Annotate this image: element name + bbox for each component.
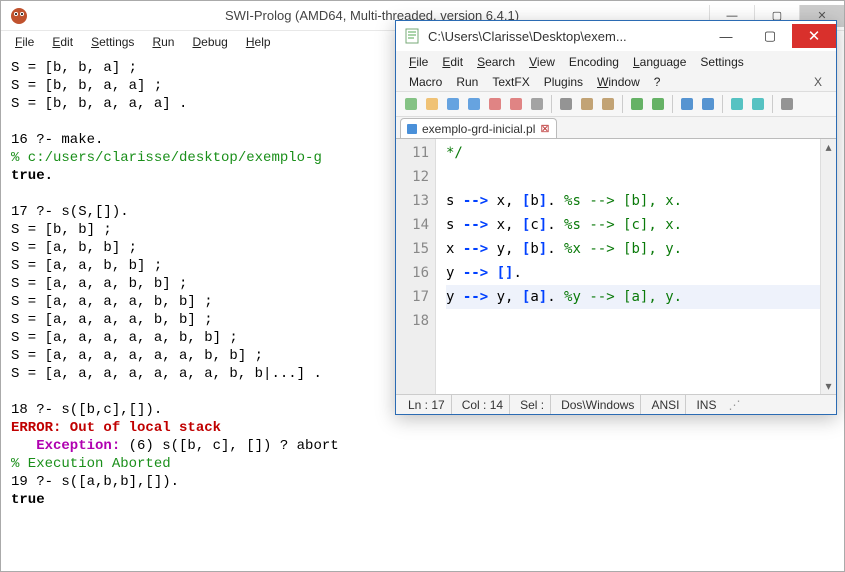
line-number: 16: [398, 261, 429, 285]
npp-menu-window[interactable]: Window: [590, 73, 647, 91]
npp-tabstrip: exemplo-grd-inicial.pl ⊠: [396, 117, 836, 139]
npp-titlebar[interactable]: C:\Users\Clarisse\Desktop\exem... — ▢ ✕: [396, 21, 836, 51]
npp-menubar-row1: File Edit Search View Encoding Language …: [396, 51, 836, 71]
close-icon[interactable]: [486, 95, 504, 113]
zoom-in-icon[interactable]: [728, 95, 746, 113]
status-encoding: ANSI: [645, 395, 686, 414]
status-line: Ln : 17: [402, 395, 452, 414]
more-icon[interactable]: [778, 95, 796, 113]
npp-close-button[interactable]: ✕: [792, 24, 836, 48]
npp-tab-active[interactable]: exemplo-grd-inicial.pl ⊠: [400, 118, 557, 138]
find-icon[interactable]: [678, 95, 696, 113]
resize-grip-icon[interactable]: ⋰: [726, 398, 740, 412]
npp-toolbar: [396, 91, 836, 117]
npp-statusbar: Ln : 17 Col : 14 Sel : Dos\Windows ANSI …: [396, 394, 836, 414]
redo-icon[interactable]: [649, 95, 667, 113]
npp-menu-macro[interactable]: Macro: [402, 73, 449, 91]
npp-title: C:\Users\Clarisse\Desktop\exem...: [428, 29, 704, 44]
line-number: 15: [398, 237, 429, 261]
menu-help[interactable]: Help: [238, 33, 279, 51]
tab-close-icon[interactable]: ⊠: [540, 122, 549, 135]
new-file-icon[interactable]: [402, 95, 420, 113]
toolbar-separator: [772, 95, 773, 113]
line-number: 17: [398, 285, 429, 309]
code-line[interactable]: s --> x, [b]. %s --> [b], x.: [446, 189, 820, 213]
code-line[interactable]: s --> x, [c]. %s --> [c], x.: [446, 213, 820, 237]
npp-menu-settings[interactable]: Settings: [693, 53, 750, 71]
cut-icon[interactable]: [557, 95, 575, 113]
print-icon[interactable]: [528, 95, 546, 113]
replace-icon[interactable]: [699, 95, 717, 113]
code-line[interactable]: y --> [].: [446, 261, 820, 285]
npp-menu-file[interactable]: File: [402, 53, 435, 71]
menu-settings[interactable]: Settings: [83, 33, 142, 51]
line-number: 14: [398, 213, 429, 237]
menu-debug[interactable]: Debug: [184, 33, 235, 51]
npp-menu-view[interactable]: View: [522, 53, 562, 71]
line-number: 13: [398, 189, 429, 213]
menu-run[interactable]: Run: [144, 33, 182, 51]
status-insert-mode: INS: [690, 395, 722, 414]
code-line[interactable]: [446, 165, 820, 189]
line-number: 18: [398, 309, 429, 333]
notepadpp-window[interactable]: C:\Users\Clarisse\Desktop\exem... — ▢ ✕ …: [395, 20, 837, 415]
toolbar-separator: [622, 95, 623, 113]
npp-menu-textfx[interactable]: TextFX: [485, 73, 536, 91]
toolbar-separator: [551, 95, 552, 113]
close-all-icon[interactable]: [507, 95, 525, 113]
status-col: Col : 14: [456, 395, 510, 414]
vertical-scrollbar[interactable]: ▴ ▾: [820, 139, 836, 394]
npp-menu-search[interactable]: Search: [470, 53, 522, 71]
file-saved-icon: [407, 124, 417, 134]
status-sel: Sel :: [514, 395, 551, 414]
save-icon[interactable]: [444, 95, 462, 113]
code-line[interactable]: y --> y, [a]. %y --> [a], y.: [446, 285, 820, 309]
open-icon[interactable]: [423, 95, 441, 113]
undo-icon[interactable]: [628, 95, 646, 113]
npp-menu-language[interactable]: Language: [626, 53, 693, 71]
npp-menu-encoding[interactable]: Encoding: [562, 53, 626, 71]
code-editor[interactable]: */ s --> x, [b]. %s --> [b], x.s --> x, …: [436, 139, 820, 394]
npp-menu-help[interactable]: ?: [647, 73, 668, 91]
code-line[interactable]: [446, 309, 820, 333]
paste-icon[interactable]: [599, 95, 617, 113]
status-eol: Dos\Windows: [555, 395, 641, 414]
owl-icon: [9, 6, 29, 26]
npp-editor-body: 1112131415161718 */ s --> x, [b]. %s -->…: [396, 139, 836, 394]
tab-label: exemplo-grd-inicial.pl: [422, 122, 535, 136]
toolbar-separator: [722, 95, 723, 113]
line-number: 12: [398, 165, 429, 189]
npp-maximize-button[interactable]: ▢: [748, 24, 792, 48]
menu-file[interactable]: File: [7, 33, 42, 51]
scroll-up-icon[interactable]: ▴: [821, 139, 836, 155]
npp-menu-run[interactable]: Run: [449, 73, 485, 91]
save-all-icon[interactable]: [465, 95, 483, 113]
code-line[interactable]: x --> y, [b]. %x --> [b], y.: [446, 237, 820, 261]
line-number-gutter: 1112131415161718: [396, 139, 436, 394]
npp-menu-plugins[interactable]: Plugins: [537, 73, 590, 91]
npp-menu-edit[interactable]: Edit: [435, 53, 470, 71]
copy-icon[interactable]: [578, 95, 596, 113]
npp-menu-close-x[interactable]: X: [806, 73, 830, 91]
npp-minimize-button[interactable]: —: [704, 24, 748, 48]
line-number: 11: [398, 141, 429, 165]
npp-menubar-row2: Macro Run TextFX Plugins Window ? X: [396, 71, 836, 91]
code-line[interactable]: */: [446, 141, 820, 165]
menu-edit[interactable]: Edit: [44, 33, 81, 51]
scroll-down-icon[interactable]: ▾: [821, 378, 836, 394]
notepadpp-icon: [404, 27, 422, 45]
zoom-out-icon[interactable]: [749, 95, 767, 113]
toolbar-separator: [672, 95, 673, 113]
